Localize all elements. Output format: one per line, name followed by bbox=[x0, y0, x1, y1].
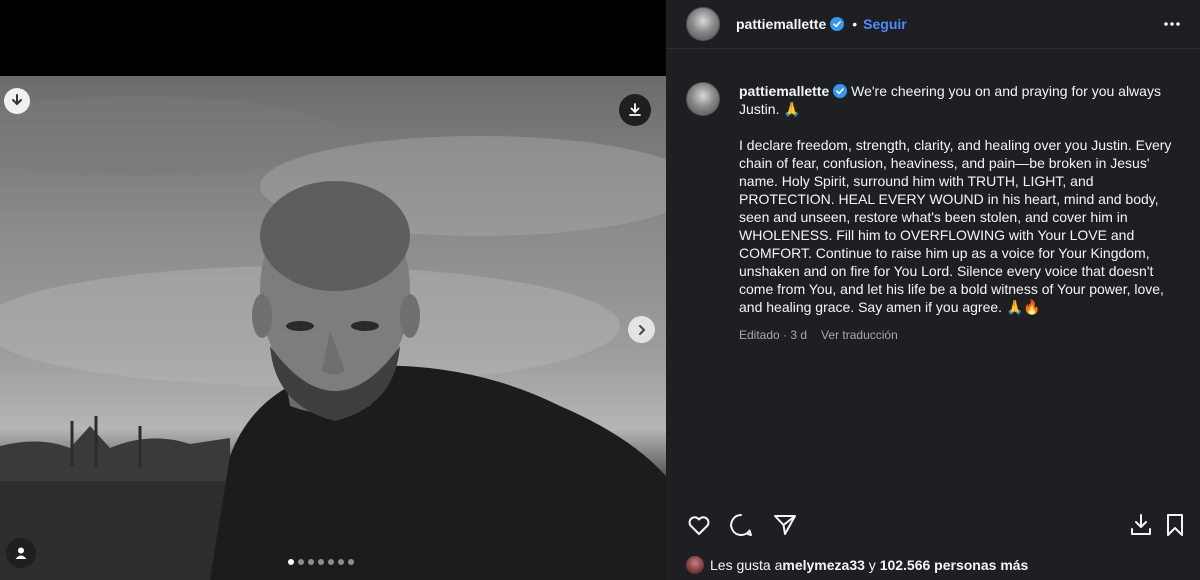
likes-user[interactable]: melymeza33 bbox=[782, 557, 865, 573]
likes-summary: Les gusta a melymeza33 y 102.566 persona… bbox=[686, 556, 1028, 574]
bookmark-icon[interactable] bbox=[1162, 512, 1188, 538]
carousel-dot bbox=[338, 559, 344, 565]
avatar[interactable] bbox=[686, 556, 704, 574]
post-header: pattiemallette • Seguir bbox=[666, 0, 1200, 48]
carousel-dot bbox=[298, 559, 304, 565]
edited-timestamp: Editado · 3 d bbox=[739, 328, 808, 342]
user-tag-icon bbox=[15, 547, 27, 559]
verified-badge-icon bbox=[830, 17, 845, 31]
photo-scene bbox=[0, 96, 666, 580]
verified-badge-icon bbox=[833, 84, 848, 98]
caption-meta: Editado · 3 d Ver traducción bbox=[739, 326, 1186, 344]
share-icon[interactable] bbox=[772, 512, 798, 538]
caption-text: I declare freedom, strength, clarity, an… bbox=[739, 137, 1172, 315]
likes-connector: y bbox=[864, 557, 880, 573]
caption-body: pattiemallette We're cheering you on and… bbox=[739, 82, 1186, 344]
download-button-left[interactable] bbox=[4, 88, 30, 114]
separator-bullet: • bbox=[852, 16, 858, 32]
likes-prefix: Les gusta a bbox=[710, 557, 783, 573]
header-divider bbox=[666, 48, 1200, 49]
carousel-dot bbox=[328, 559, 334, 565]
chevron-right-icon bbox=[638, 324, 645, 335]
comment-icon[interactable] bbox=[728, 512, 754, 538]
tagged-users-button[interactable] bbox=[6, 538, 36, 568]
author-username[interactable]: pattiemallette bbox=[736, 16, 826, 32]
caption-username[interactable]: pattiemallette bbox=[739, 83, 829, 99]
caption-comment: pattiemallette We're cheering you on and… bbox=[686, 82, 1186, 344]
carousel-dot bbox=[308, 559, 314, 565]
carousel-dot bbox=[318, 559, 324, 565]
avatar[interactable] bbox=[686, 82, 720, 116]
carousel-dot bbox=[348, 559, 354, 565]
follow-button[interactable]: Seguir bbox=[863, 16, 907, 32]
download-icon bbox=[12, 94, 22, 106]
carousel-indicator bbox=[288, 559, 354, 565]
post-photo[interactable] bbox=[0, 76, 666, 580]
heart-icon[interactable] bbox=[686, 512, 712, 538]
download-icon bbox=[629, 103, 641, 116]
more-options-icon[interactable] bbox=[1162, 14, 1182, 34]
likes-count[interactable]: 102.566 personas más bbox=[880, 557, 1029, 573]
post-side-panel: pattiemallette • Seguir pattiemallette W… bbox=[666, 0, 1200, 580]
download-button-right[interactable] bbox=[619, 94, 651, 126]
translate-link[interactable]: Ver traducción bbox=[821, 326, 898, 344]
next-slide-button[interactable] bbox=[628, 316, 655, 343]
action-bar bbox=[686, 512, 1186, 538]
avatar[interactable] bbox=[686, 7, 720, 41]
download-icon[interactable] bbox=[1128, 512, 1154, 538]
carousel-dot bbox=[288, 559, 294, 565]
post-media bbox=[0, 0, 666, 580]
